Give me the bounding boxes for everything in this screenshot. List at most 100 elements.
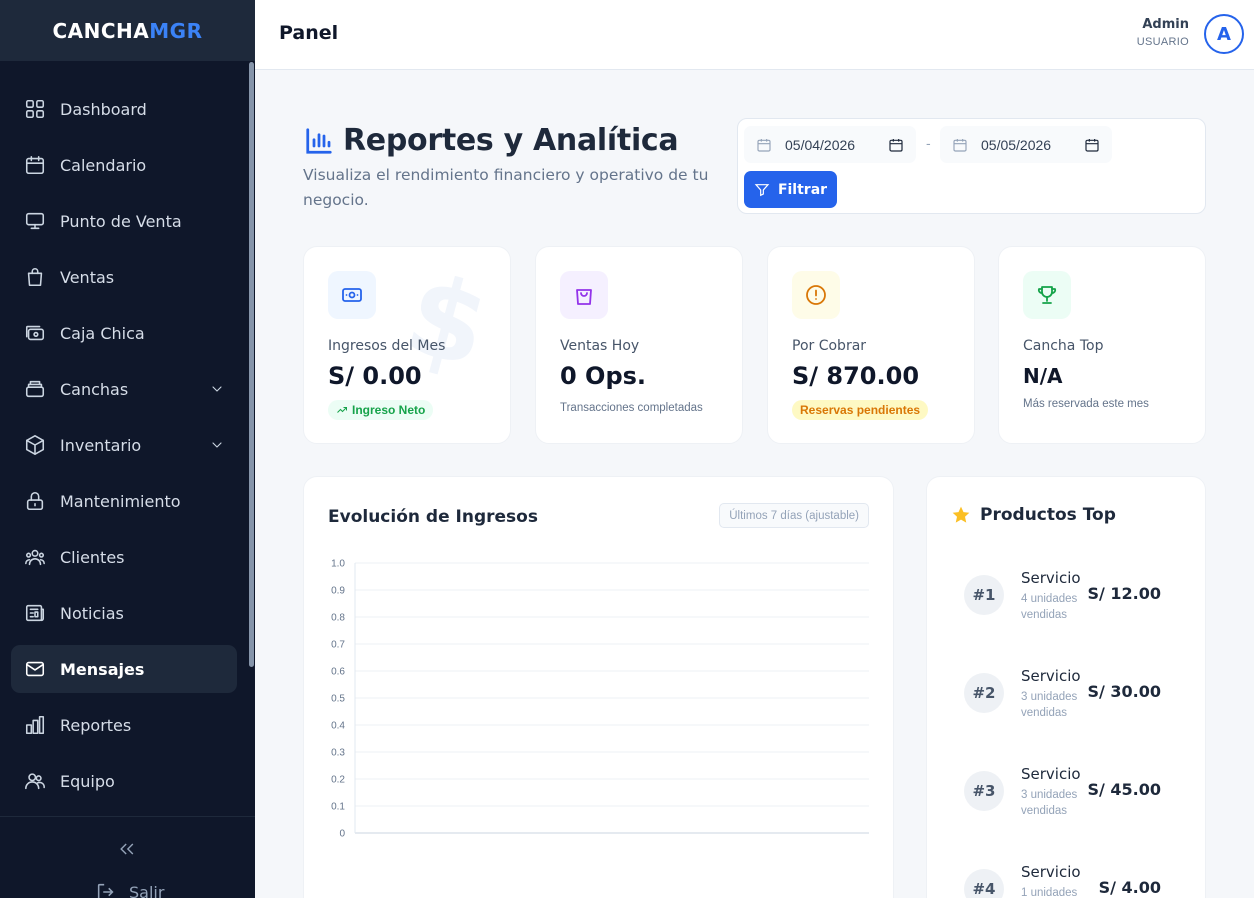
sidebar-item-label: Punto de Venta (60, 211, 182, 231)
logout-button[interactable]: Salir (95, 881, 164, 898)
sidebar-item-mensajes[interactable]: Mensajes (11, 645, 237, 693)
sidebar-item-label: Mensajes (60, 659, 145, 679)
bar-chart-icon (306, 128, 332, 154)
kpi-badge-label: Ingreso Neto (352, 403, 426, 417)
y-tick-label: 0 (339, 829, 345, 840)
sidebar-item-dashboard[interactable]: Dashboard (11, 85, 237, 133)
user-name: Admin (1142, 17, 1189, 32)
rank-badge: #4 (964, 869, 1004, 898)
y-tick-label: 0.3 (331, 748, 345, 759)
shopping-bag-icon (576, 289, 592, 305)
date-from-input[interactable]: 05/04/2026 (744, 126, 916, 163)
rank-badge: #1 (964, 575, 1004, 615)
avatar[interactable]: A (1204, 14, 1244, 54)
sidebar-item-canchas[interactable]: Canchas (11, 365, 237, 413)
product-qty: 1 unidades vendidas (1021, 887, 1078, 898)
rank-badge: #2 (964, 673, 1004, 713)
filter-button-label: Filtrar (777, 181, 828, 198)
date-to-value: 05/05/2026 (981, 136, 1052, 153)
logout-icon (97, 883, 114, 898)
calendar-picker-icon[interactable] (1084, 137, 1100, 153)
kpi-value: 0 Ops. (560, 362, 647, 390)
product-qty: 3 unidades vendidas (1021, 691, 1078, 719)
team-icon (25, 773, 45, 790)
date-from-value: 05/04/2026 (785, 136, 856, 153)
revenue-line-chart: 1.0 0.9 0.8 0.7 0.6 0.5 0.4 0.3 0.2 0.1 0 (331, 559, 869, 840)
kpi-badge-label: Reservas pendientes (800, 403, 921, 417)
top-header: Panel Admin USUARIO A (255, 0, 1254, 70)
sidebar-item-calendario[interactable]: Calendario (11, 141, 237, 189)
rank-badge: #3 (964, 771, 1004, 811)
chevrons-left-icon[interactable] (117, 839, 137, 859)
product-qty: 4 unidades vendidas (1021, 593, 1078, 621)
kpi-value: S/ 0.00 (328, 362, 422, 390)
list-item[interactable]: #1 Servicio 4 unidades vendidas S/ 12.00 (927, 555, 1205, 625)
sidebar-item-label: Mantenimiento (60, 491, 181, 511)
sidebar-item-inventario[interactable]: Inventario (11, 421, 237, 469)
sidebar-item-label: Inventario (60, 435, 142, 455)
top-products-header: Productos Top (951, 505, 1116, 525)
kpi-note: Más reservada este mes (1023, 398, 1149, 410)
filter-icon (754, 183, 770, 196)
sidebar-scrollbar[interactable] (249, 62, 254, 667)
kpi-card-cancha-top: Cancha Top N/A Más reservada este mes (998, 246, 1206, 444)
date-to-input[interactable]: 05/05/2026 (940, 126, 1112, 163)
sidebar-item-punto-de-venta[interactable]: Punto de Venta (11, 197, 237, 245)
sidebar-item-label: Dashboard (60, 99, 147, 119)
sidebar-item-clientes[interactable]: Clientes (11, 533, 237, 581)
chevron-down-icon[interactable] (209, 437, 225, 453)
chevron-down-icon[interactable] (209, 381, 225, 397)
sidebar-item-label: Caja Chica (60, 323, 145, 343)
date-filter-panel: 05/04/2026 - 05/05/2026 Filtrar (737, 118, 1206, 214)
product-name: Servicio (1021, 569, 1081, 587)
star-icon (952, 506, 970, 523)
kpi-label: Ingresos del Mes (328, 338, 446, 354)
calendar-icon (953, 138, 967, 152)
sidebar-item-noticias[interactable]: Noticias (11, 589, 237, 637)
product-price: S/ 12.00 (1087, 584, 1161, 603)
product-price: S/ 4.00 (1098, 878, 1161, 897)
kpi-icon-box (1023, 271, 1071, 319)
sidebar-footer: Salir (0, 816, 255, 898)
sidebar-item-label: Reportes (60, 715, 132, 735)
filter-button[interactable]: Filtrar (744, 171, 837, 208)
kpi-label: Cancha Top (1023, 338, 1104, 354)
monitor-icon (25, 212, 45, 230)
kpi-value: S/ 870.00 (792, 362, 920, 390)
reports-heading: Reportes y Analítica (343, 123, 679, 158)
brand-logo[interactable]: CANCHA MGR (0, 0, 255, 61)
sidebar-item-reportes[interactable]: Reportes (11, 701, 237, 749)
kpi-icon-box (328, 271, 376, 319)
list-item[interactable]: #2 Servicio 3 unidades vendidas S/ 30.00 (927, 653, 1205, 723)
calendar-icon (25, 155, 45, 175)
kpi-icon-box (560, 271, 608, 319)
product-qty: 3 unidades vendidas (1021, 789, 1078, 817)
cash-icon (342, 288, 362, 302)
users-icon (25, 549, 45, 566)
logout-label: Salir (129, 882, 165, 898)
kpi-card-por-cobrar: Por Cobrar S/ 870.00 Reservas pendientes (767, 246, 975, 444)
product-name: Servicio (1021, 765, 1081, 783)
shopping-bag-icon (27, 268, 43, 287)
user-info[interactable]: Admin USUARIO (1137, 17, 1189, 48)
kpi-card-ventas: Ventas Hoy 0 Ops. Transacciones completa… (535, 246, 743, 444)
trophy-icon (1037, 286, 1057, 304)
sidebar-item-equipo[interactable]: Equipo (11, 757, 237, 805)
top-products-title: Productos Top (980, 505, 1116, 525)
calendar-icon (757, 138, 771, 152)
lock-icon (26, 491, 44, 511)
product-name: Servicio (1021, 667, 1081, 685)
sidebar-item-ventas[interactable]: Ventas (11, 253, 237, 301)
sidebar-item-label: Calendario (60, 155, 147, 175)
stack-icon (25, 380, 45, 398)
product-price: S/ 45.00 (1087, 780, 1161, 799)
calendar-picker-icon[interactable] (888, 137, 904, 153)
sidebar-item-mantenimiento[interactable]: Mantenimiento (11, 477, 237, 525)
kpi-icon-box (792, 271, 840, 319)
sidebar-item-caja-chica[interactable]: Caja Chica (11, 309, 237, 357)
reports-subtitle: Visualiza el rendimiento financiero y op… (303, 166, 709, 209)
list-item[interactable]: #4 Servicio 1 unidades vendidas S/ 4.00 (927, 849, 1205, 898)
sidebar-item-label: Noticias (60, 603, 124, 623)
sidebar-item-label: Ventas (60, 267, 115, 287)
list-item[interactable]: #3 Servicio 3 unidades vendidas S/ 45.00 (927, 751, 1205, 821)
